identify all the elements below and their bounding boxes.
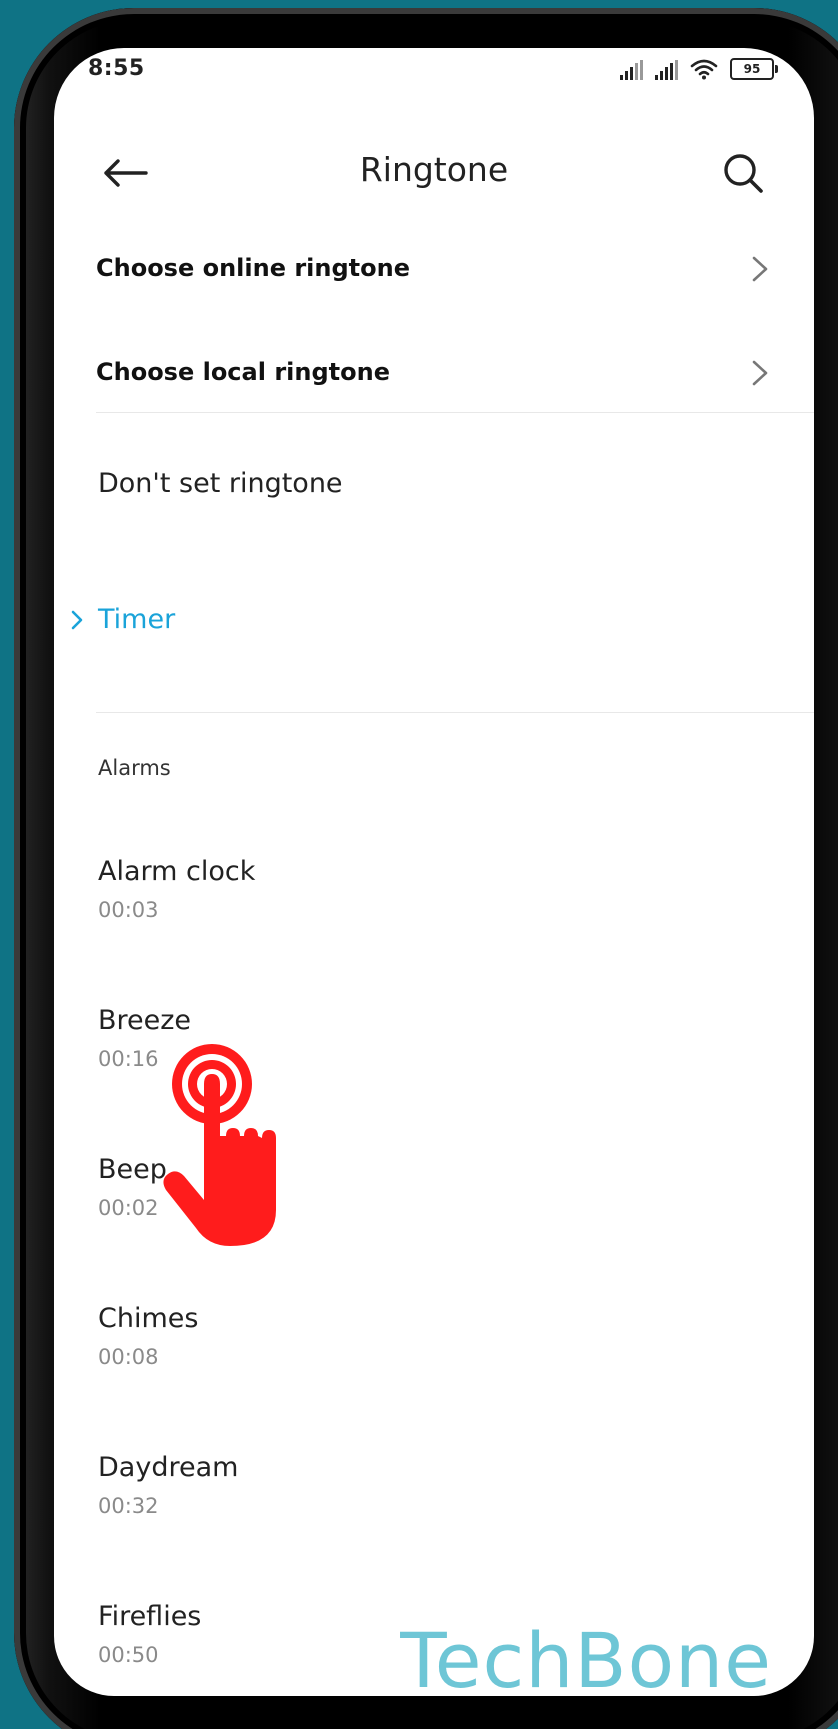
- row-label: Choose local ringtone: [96, 358, 390, 386]
- ringtone-name: Breeze: [98, 1005, 192, 1036]
- section-header-alarms: Alarms: [98, 756, 171, 780]
- ringtone-item[interactable]: Chimes 00:08: [54, 1303, 814, 1433]
- battery-indicator: 95: [730, 58, 778, 80]
- ringtone-name: Chimes: [98, 1303, 199, 1334]
- ringtone-duration: 00:50: [98, 1643, 159, 1667]
- ringtone-item[interactable]: Daydream 00:32: [54, 1452, 814, 1582]
- ringtone-name: Fireflies: [98, 1601, 202, 1632]
- dont-set-ringtone-option[interactable]: Don't set ringtone: [54, 428, 814, 548]
- chevron-right-icon: [752, 256, 768, 282]
- option-label: Don't set ringtone: [98, 468, 343, 499]
- chevron-right-icon: [752, 360, 768, 386]
- ringtone-name: Daydream: [98, 1452, 239, 1483]
- choose-local-ringtone-row[interactable]: Choose local ringtone: [54, 326, 814, 422]
- signal-icon: [620, 60, 643, 80]
- page-title: Ringtone: [359, 150, 509, 189]
- status-time: 8:55: [88, 56, 145, 81]
- ringtone-duration: 00:32: [98, 1494, 159, 1518]
- divider: [96, 412, 814, 413]
- selected-chevron-icon: [71, 610, 83, 630]
- choose-online-ringtone-row[interactable]: Choose online ringtone: [54, 222, 814, 318]
- page: 8:55 95 Ringtone Choose online ringtone …: [0, 0, 838, 1729]
- divider: [96, 712, 814, 713]
- ringtone-duration: 00:16: [98, 1047, 159, 1071]
- search-button[interactable]: [716, 146, 770, 200]
- app-bar: Ringtone: [54, 128, 814, 218]
- row-label: Choose online ringtone: [96, 254, 410, 282]
- search-icon: [724, 154, 763, 193]
- ringtone-item[interactable]: Alarm clock 00:03: [54, 856, 814, 986]
- status-bar: 8:55 95: [54, 48, 814, 92]
- ringtone-name: Alarm clock: [98, 856, 256, 887]
- option-label: Timer: [98, 604, 176, 635]
- tap-hand-icon: [163, 1044, 276, 1246]
- timer-option[interactable]: Timer: [54, 568, 814, 688]
- status-icons: 95: [620, 58, 778, 80]
- watermark-techbone: TechBone: [400, 1616, 772, 1705]
- ringtone-duration: 00:03: [98, 898, 159, 922]
- ringtone-duration: 00:02: [98, 1196, 159, 1220]
- ringtone-duration: 00:08: [98, 1345, 159, 1369]
- wifi-icon: [690, 59, 718, 80]
- ringtone-name: Beep: [98, 1154, 167, 1185]
- signal-icon: [655, 60, 678, 80]
- phone-screen: 8:55 95 Ringtone Choose online ringtone …: [54, 48, 814, 1696]
